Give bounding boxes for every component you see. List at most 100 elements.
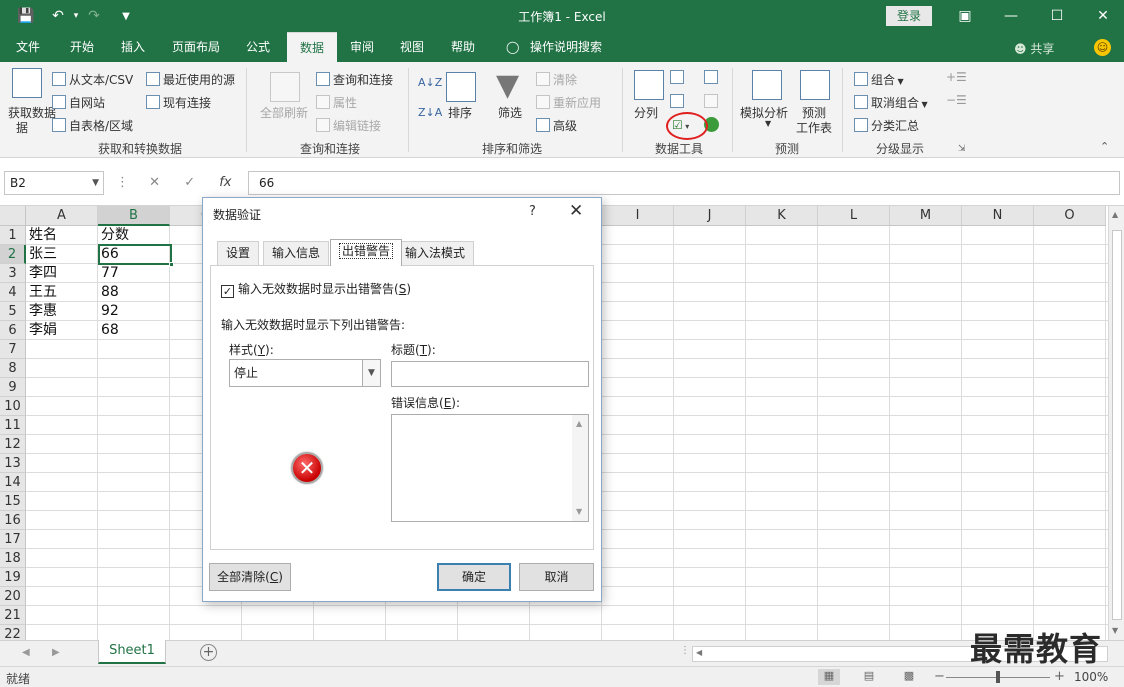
column-header-n[interactable]: N (962, 206, 1034, 226)
insert-function-icon[interactable]: fx (219, 175, 231, 190)
recent-sources-button[interactable]: 最近使用的源 (146, 71, 235, 88)
column-header-m[interactable]: M (890, 206, 962, 226)
consolidate-icon[interactable] (704, 70, 721, 85)
tab-insert[interactable]: 插入 (113, 32, 153, 62)
edit-links-button[interactable]: 编辑链接 (316, 117, 381, 134)
zoom-slider-thumb[interactable] (996, 671, 1000, 683)
tab-help[interactable]: 帮助 (443, 32, 483, 62)
row-header-6[interactable]: 6 (0, 321, 26, 340)
zoom-out-icon[interactable]: − (934, 669, 945, 684)
dialog-close-icon[interactable]: ✕ (569, 201, 583, 221)
from-text-csv-button[interactable]: 从文本/CSV (52, 71, 133, 88)
subtotal-button[interactable]: 分类汇总 (854, 117, 919, 134)
row-header-20[interactable]: 20 (0, 587, 26, 606)
clear-filter-button[interactable]: 清除 (536, 71, 577, 88)
enter-icon[interactable]: ✓ (184, 175, 195, 190)
row-header-3[interactable]: 3 (0, 264, 26, 283)
text-to-columns-button[interactable]: 分列 (634, 104, 658, 121)
column-header-l[interactable]: L (818, 206, 890, 226)
sort-button[interactable]: 排序 (448, 104, 472, 121)
maximize-button[interactable]: ☐ (1034, 0, 1080, 32)
row-header-7[interactable]: 7 (0, 340, 26, 359)
column-header-i[interactable]: I (602, 206, 674, 226)
name-box-dropdown-icon[interactable]: ▼ (92, 172, 99, 194)
column-header-k[interactable]: K (746, 206, 818, 226)
scroll-down-icon[interactable]: ▼ (576, 507, 582, 516)
cell-b5[interactable]: 92 (98, 302, 170, 321)
cell-b6[interactable]: 68 (98, 321, 170, 340)
remove-duplicates-icon[interactable] (670, 94, 687, 109)
tab-data[interactable]: 数据 (287, 32, 337, 62)
formula-input[interactable]: 66 (248, 171, 1120, 195)
row-header-2[interactable]: 2 (0, 245, 26, 264)
row-header-5[interactable]: 5 (0, 302, 26, 321)
reapply-button[interactable]: 重新应用 (536, 94, 601, 111)
ribbon-display-icon[interactable]: ▣ (942, 0, 988, 32)
ok-button[interactable]: 确定 (437, 563, 511, 591)
dialog-tab-input-message[interactable]: 输入信息 (263, 241, 330, 265)
collapse-ribbon-icon[interactable]: ⌃ (1100, 140, 1109, 153)
row-header-14[interactable]: 14 (0, 473, 26, 492)
dialog-tab-settings[interactable]: 设置 (217, 241, 260, 265)
tab-split-icon[interactable]: ⋮ (680, 645, 690, 656)
what-if-dropdown-icon[interactable]: ▼ (765, 119, 771, 128)
dialog-tab-ime-mode[interactable]: 输入法模式 (396, 241, 475, 265)
vertical-scroll-thumb[interactable] (1112, 230, 1122, 620)
vertical-scrollbar[interactable]: ▲ ▼ (1108, 206, 1124, 640)
row-header-13[interactable]: 13 (0, 454, 26, 473)
queries-connections-button[interactable]: 查询和连接 (316, 71, 393, 88)
filter-button[interactable]: 筛选 (498, 104, 522, 121)
scroll-down-icon[interactable]: ▼ (1112, 626, 1118, 635)
column-header-j[interactable]: J (674, 206, 746, 226)
help-icon[interactable]: ? (529, 204, 536, 219)
cell-a3[interactable]: 李四 (26, 264, 98, 283)
column-header-a[interactable]: A (26, 206, 98, 226)
row-header-15[interactable]: 15 (0, 492, 26, 511)
column-header-b[interactable]: B (98, 206, 170, 226)
error-message-textarea[interactable]: ▲ ▼ (391, 414, 589, 522)
prev-sheet-icon[interactable]: ◀ (22, 647, 30, 658)
row-header-11[interactable]: 11 (0, 416, 26, 435)
page-break-view-icon[interactable]: ▩ (898, 669, 920, 685)
row-header-9[interactable]: 9 (0, 378, 26, 397)
select-all-corner[interactable] (0, 206, 26, 226)
tab-file[interactable]: 文件 (8, 32, 48, 62)
sort-za-icon[interactable]: Z↓A (418, 106, 442, 119)
cell-a2[interactable]: 张三 (26, 245, 98, 264)
row-header-17[interactable]: 17 (0, 530, 26, 549)
zoom-in-icon[interactable]: + (1054, 669, 1065, 684)
from-web-button[interactable]: 自网站 (52, 94, 105, 111)
tab-home[interactable]: 开始 (62, 32, 102, 62)
fill-handle[interactable] (169, 262, 174, 267)
scroll-up-icon[interactable]: ▲ (1112, 210, 1118, 219)
show-error-alert-checkbox[interactable]: ✓ 输入无效数据时显示出错警告(S) (221, 280, 411, 298)
checkbox-checked-icon[interactable]: ✓ (221, 285, 234, 298)
tab-page-layout[interactable]: 页面布局 (164, 32, 228, 62)
clear-all-button[interactable]: 全部清除(C) (209, 563, 291, 591)
title-input[interactable] (391, 361, 589, 387)
feedback-smiley-icon[interactable]: ☺ (1094, 39, 1111, 56)
flash-fill-icon[interactable] (670, 70, 687, 85)
advanced-filter-button[interactable]: 高级 (536, 117, 577, 134)
scroll-up-icon[interactable]: ▲ (576, 419, 582, 428)
cell-a6[interactable]: 李娟 (26, 321, 98, 340)
cell-a4[interactable]: 王五 (26, 283, 98, 302)
next-sheet-icon[interactable]: ▶ (52, 647, 60, 658)
page-layout-view-icon[interactable]: ▤ (858, 669, 880, 685)
what-if-button[interactable]: 模拟分析 (740, 104, 788, 121)
tab-formulas[interactable]: 公式 (238, 32, 278, 62)
close-window-button[interactable]: ✕ (1080, 0, 1124, 32)
login-button[interactable]: 登录 (886, 6, 932, 26)
cell-a5[interactable]: 李惠 (26, 302, 98, 321)
cell-b4[interactable]: 88 (98, 283, 170, 302)
cell-b1[interactable]: 分数 (98, 226, 170, 245)
refresh-all-button[interactable]: 全部刷新 (260, 104, 308, 121)
row-header-12[interactable]: 12 (0, 435, 26, 454)
normal-view-icon[interactable]: ▦ (818, 669, 840, 685)
style-select[interactable]: 停止 ▼ (229, 359, 381, 387)
cell-b3[interactable]: 77 (98, 264, 170, 283)
add-sheet-button[interactable]: + (200, 644, 217, 661)
properties-button[interactable]: 属性 (316, 94, 357, 111)
from-table-button[interactable]: 自表格/区域 (52, 117, 133, 134)
show-detail-icon[interactable]: +☰ (946, 70, 967, 84)
